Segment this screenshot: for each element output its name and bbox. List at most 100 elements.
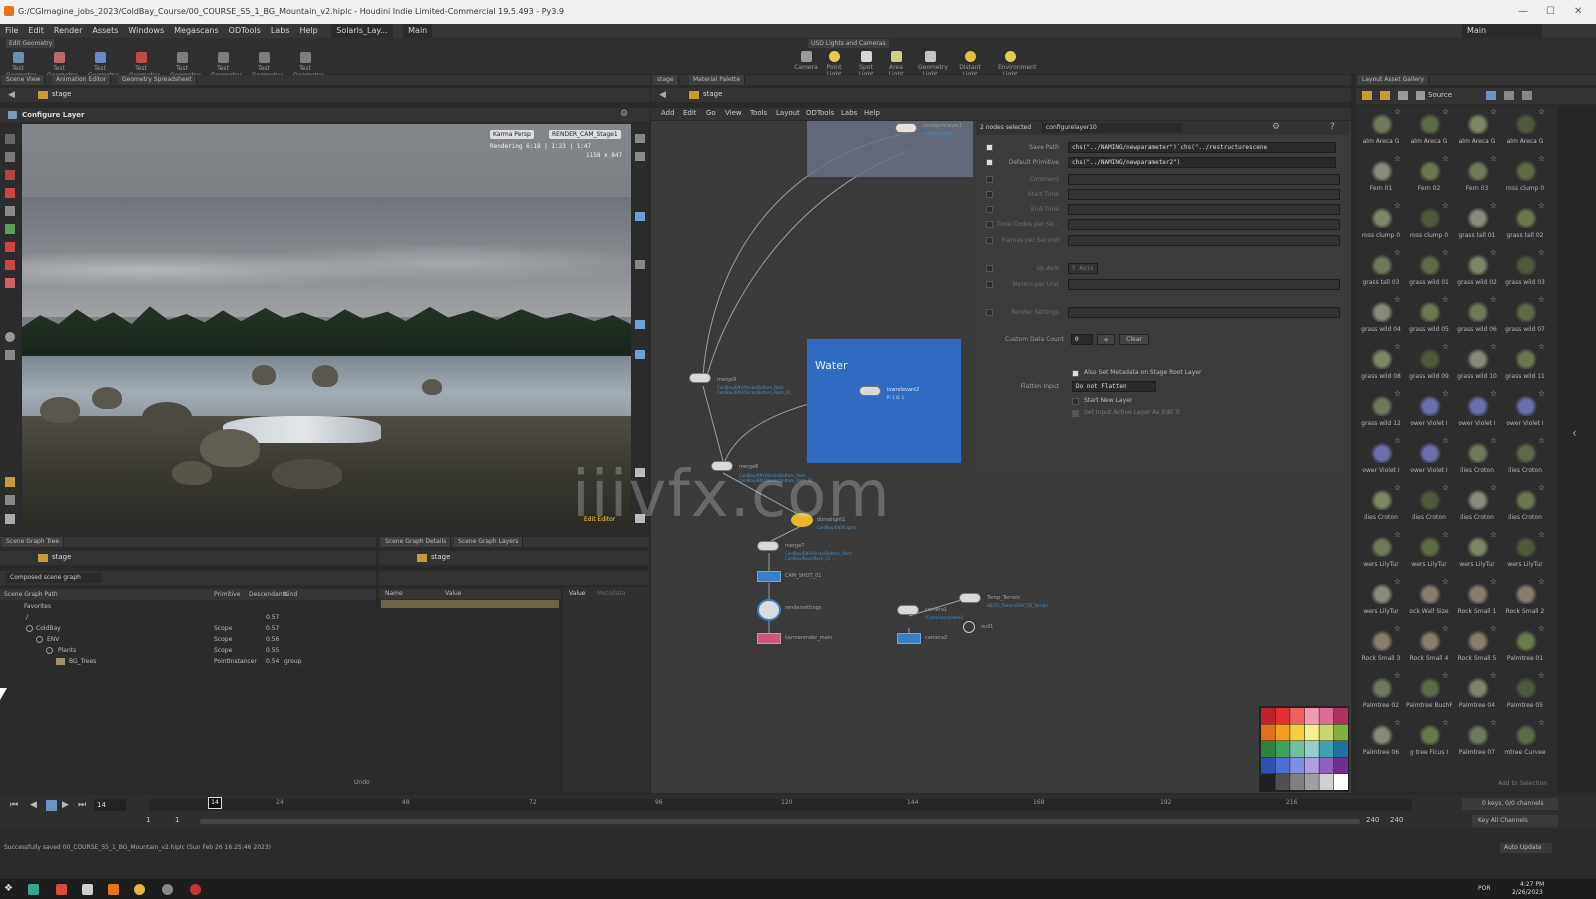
render-camera-menu[interactable]: RENDER_CAM_Stage1	[549, 130, 621, 139]
step-back-icon[interactable]: ◀	[30, 800, 37, 810]
current-frame-field[interactable]: 14	[94, 799, 126, 811]
custom-data-count[interactable]: 0	[1071, 334, 1093, 345]
gallery-item[interactable]: ☆ grass wild 09	[1406, 342, 1452, 390]
houdini-taskbar-icon[interactable]	[108, 884, 119, 895]
gallery-item[interactable]: ☆ ilies Croton	[1454, 436, 1500, 484]
color-swatch[interactable]	[1261, 774, 1275, 790]
node-color-palette[interactable]	[1259, 706, 1349, 792]
clear-button[interactable]: Clear	[1119, 334, 1149, 345]
tab-geometry-spreadsheet[interactable]: Geometry Spreadsheet	[118, 75, 197, 85]
node-temp-terrain[interactable]	[959, 593, 981, 603]
gear-icon[interactable]: ⚙	[1272, 122, 1280, 132]
favorite-star-icon[interactable]: ☆	[1538, 107, 1545, 116]
node-camera2[interactable]	[897, 633, 921, 644]
favorite-star-icon[interactable]: ☆	[1490, 483, 1497, 492]
color-swatches[interactable]	[1259, 706, 1349, 792]
network-path[interactable]: stage	[703, 90, 722, 98]
gallery-item[interactable]: ☆ grass wild 10	[1454, 342, 1500, 390]
timeline-cursor[interactable]: 14	[208, 797, 222, 809]
network-box-top[interactable]	[807, 121, 973, 177]
range-end[interactable]: 240	[1366, 816, 1379, 824]
gallery-item[interactable]: ☆ Fern 02	[1406, 154, 1452, 202]
favorite-star-icon[interactable]: ☆	[1442, 154, 1449, 163]
gallery-item[interactable]: ☆ ilies Croton	[1358, 483, 1404, 531]
color-swatch[interactable]	[1290, 724, 1305, 741]
tab-layout-asset-gallery[interactable]: Layout Asset Gallery	[1358, 75, 1429, 85]
gallery-item[interactable]: ☆ grass wild 11	[1502, 342, 1548, 390]
source-label[interactable]: Source	[1428, 91, 1452, 99]
column-descendants[interactable]: Descendants	[249, 589, 288, 600]
gallery-item[interactable]: ☆ ross clump 0	[1406, 201, 1452, 249]
favorite-star-icon[interactable]: ☆	[1490, 671, 1497, 680]
back-arrow-icon[interactable]: ◀	[659, 90, 666, 100]
favorite-star-icon[interactable]: ☆	[1394, 154, 1401, 163]
network-menu-view[interactable]: View	[725, 109, 742, 117]
range-slider[interactable]	[200, 819, 1360, 824]
color-swatch[interactable]	[1304, 708, 1319, 724]
favorite-star-icon[interactable]: ☆	[1490, 389, 1497, 398]
color-swatch[interactable]	[1319, 741, 1334, 757]
color-swatch[interactable]	[1304, 757, 1319, 774]
gallery-item[interactable]: ☆ ilies Croton	[1502, 436, 1548, 484]
favorite-star-icon[interactable]: ☆	[1442, 107, 1449, 116]
gallery-item[interactable]: ☆ alm Areca G	[1358, 107, 1404, 155]
gallery-item[interactable]: ☆ ross clump 0	[1358, 201, 1404, 249]
gallery-item[interactable]: ☆ g tree Ficus I	[1406, 718, 1452, 766]
also-set-metadata-checkbox[interactable]	[1072, 370, 1079, 377]
favorite-star-icon[interactable]: ☆	[1442, 718, 1449, 727]
node-configurelayer[interactable]	[895, 123, 917, 133]
gallery-item[interactable]: ☆ ower Violet I	[1502, 389, 1548, 437]
param-node-name[interactable]: configurelayer10	[1042, 123, 1182, 133]
gallery-item[interactable]: ☆ grass wild 05	[1406, 295, 1452, 343]
gallery-item[interactable]: ☆ Rock Small 4	[1406, 624, 1452, 672]
color-swatch[interactable]	[1319, 774, 1334, 790]
gallery-item[interactable]: ☆ grass wild 06	[1454, 295, 1500, 343]
gallery-item[interactable]: ☆ grass wild 07	[1502, 295, 1548, 343]
param-enable-checkbox[interactable]	[986, 309, 993, 316]
gallery-scrollbar[interactable]: ‹	[1558, 106, 1596, 792]
gallery-item[interactable]: ☆ Palmtree 05	[1502, 671, 1548, 719]
gallery-item[interactable]: ☆ grass wild 04	[1358, 295, 1404, 343]
auto-update-button[interactable]: Auto Update	[1500, 843, 1552, 853]
environment-light-tool[interactable]: Environment Light	[998, 51, 1036, 78]
param-enable-checkbox[interactable]	[986, 281, 993, 288]
tab-stage[interactable]: stage	[653, 75, 679, 85]
gallery-item[interactable]: ☆ Rock Small 2	[1502, 577, 1548, 625]
app-icon[interactable]	[28, 884, 39, 895]
color-swatch[interactable]	[1334, 774, 1348, 790]
param-field[interactable]	[1068, 307, 1340, 318]
color-swatch[interactable]	[1290, 757, 1305, 774]
shelf-tab-lights[interactable]: USD Lights and Cameras	[808, 39, 889, 48]
column-path[interactable]: Scene Graph Path	[4, 589, 58, 600]
clock-time[interactable]: 4:27 PM	[1520, 881, 1544, 888]
favorite-star-icon[interactable]: ☆	[1394, 248, 1401, 257]
color-swatch[interactable]	[1304, 774, 1319, 790]
main-selector[interactable]: Main	[403, 24, 433, 38]
select-tool-icon[interactable]	[5, 134, 15, 144]
favorite-star-icon[interactable]: ☆	[1490, 530, 1497, 539]
gallery-item[interactable]: ☆ Palmtree 02	[1358, 671, 1404, 719]
shelf-tab-edit-geometry[interactable]: Edit Geometry	[6, 39, 56, 48]
network-menu-tools[interactable]: Tools	[750, 109, 767, 117]
color-swatch[interactable]	[1261, 757, 1275, 774]
gallery-item[interactable]: ☆ wers LilyTur	[1406, 530, 1452, 578]
add-folder-icon[interactable]	[1380, 91, 1390, 100]
favorite-star-icon[interactable]: ☆	[1394, 436, 1401, 445]
column-primitive[interactable]: Primitive	[214, 589, 240, 600]
network-menu-layout[interactable]: Layout	[776, 109, 800, 117]
point-light-tool[interactable]: Point Light	[822, 51, 846, 78]
param-field[interactable]	[1068, 219, 1340, 230]
favorite-star-icon[interactable]: ☆	[1394, 107, 1401, 116]
favorite-star-icon[interactable]: ☆	[1490, 201, 1497, 210]
tab-scene-graph-tree[interactable]: Scene Graph Tree	[2, 537, 65, 547]
lock-icon[interactable]	[635, 152, 645, 161]
tab-value[interactable]: Value	[569, 590, 585, 597]
node-merge7[interactable]	[757, 541, 779, 551]
color-swatch[interactable]	[1275, 708, 1290, 724]
tab-animation-editor[interactable]: Animation Editor	[52, 75, 112, 85]
range-end-2[interactable]: 240	[1390, 816, 1403, 824]
camera-menu[interactable]: Karma Persp	[490, 130, 534, 139]
param-enable-checkbox[interactable]	[986, 237, 993, 244]
color-swatch[interactable]	[1319, 724, 1334, 741]
favorite-star-icon[interactable]: ☆	[1442, 201, 1449, 210]
